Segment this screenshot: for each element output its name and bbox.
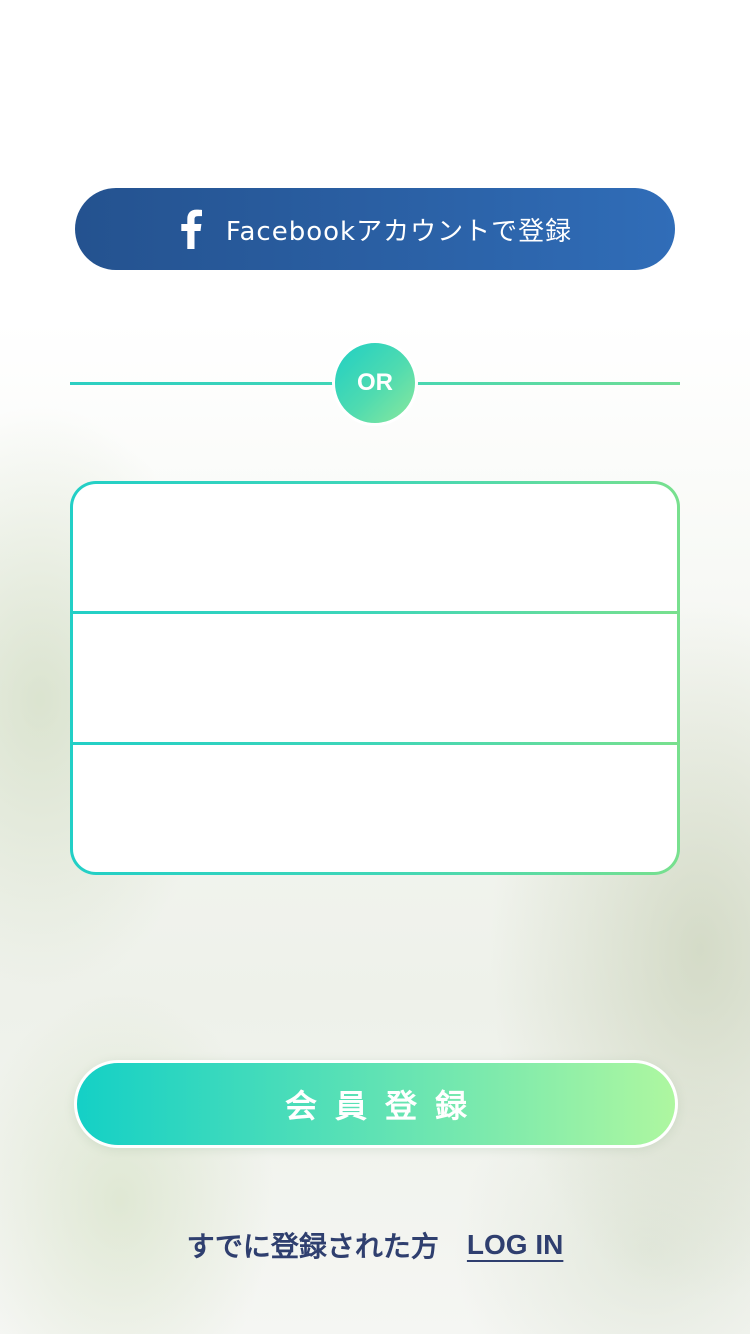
registration-form xyxy=(70,481,680,875)
facebook-register-button[interactable]: Facebookアカウントで登録 xyxy=(75,188,675,270)
form-field-3[interactable] xyxy=(73,744,677,872)
facebook-register-label: Facebookアカウントで登録 xyxy=(225,216,573,247)
login-row: すでに登録された方 LOG IN xyxy=(0,1220,750,1270)
already-registered-text: すでに登録された方 xyxy=(186,1230,439,1263)
or-badge: OR xyxy=(332,340,418,426)
form-field-1[interactable] xyxy=(73,484,677,612)
register-button[interactable]: 会員登録 xyxy=(74,1060,678,1148)
facebook-icon xyxy=(178,209,204,249)
registration-form-inner xyxy=(73,484,677,872)
form-field-2[interactable] xyxy=(73,614,677,742)
login-link[interactable]: LOG IN xyxy=(467,1229,563,1261)
